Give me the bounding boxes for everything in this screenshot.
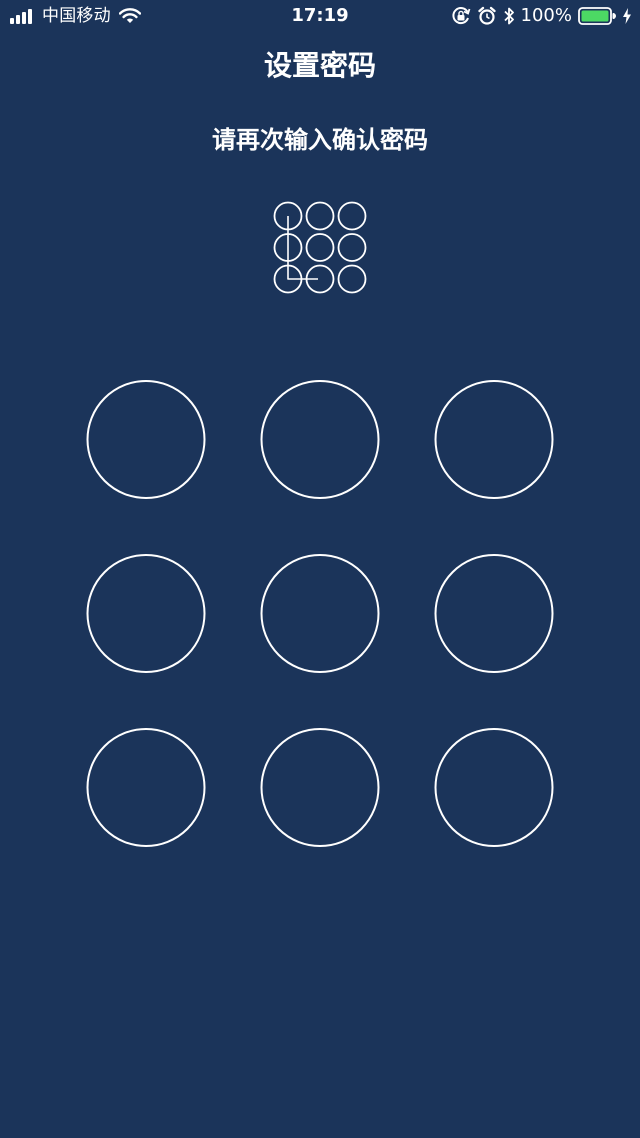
pattern-node-4[interactable]	[86, 554, 206, 673]
pattern-node-5[interactable]	[260, 554, 380, 673]
charging-bolt-icon	[622, 7, 632, 25]
pattern-node-7[interactable]	[86, 728, 206, 847]
pattern-node-8[interactable]	[260, 728, 380, 847]
instruction-text: 请再次输入确认密码	[212, 126, 428, 154]
pattern-node-6[interactable]	[434, 554, 554, 673]
preview-dot-5	[305, 233, 335, 262]
status-right: 100%	[451, 4, 632, 28]
pattern-node-3[interactable]	[434, 380, 554, 499]
pattern-node-9[interactable]	[434, 728, 554, 847]
orientation-lock-icon	[451, 6, 471, 26]
battery-icon	[578, 7, 616, 25]
pattern-preview	[272, 199, 368, 297]
status-bar: 中国移动 17:19 100%	[0, 0, 640, 32]
preview-dot-9	[337, 264, 367, 294]
alarm-icon	[477, 6, 497, 26]
pattern-node-1[interactable]	[86, 380, 206, 499]
preview-dot-2	[305, 201, 335, 231]
page-title: 设置密码	[263, 49, 376, 82]
preview-dot-6	[337, 233, 367, 262]
preview-dot-3	[337, 201, 367, 231]
bluetooth-icon	[503, 6, 515, 26]
pattern-pad	[86, 380, 554, 847]
pattern-node-2[interactable]	[260, 380, 380, 499]
pattern-preview-path	[287, 216, 318, 280]
battery-percent: 100%	[520, 5, 572, 26]
